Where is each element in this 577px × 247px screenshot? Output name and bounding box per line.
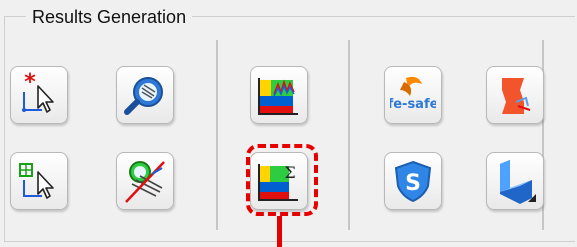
probe-search-icon (122, 72, 168, 118)
separator (348, 40, 350, 230)
xy-plot-icon (256, 72, 302, 118)
probe-crossed-button[interactable] (116, 152, 174, 210)
probe-crossed-icon (122, 158, 168, 204)
tosca-button[interactable] (486, 66, 544, 124)
fe-safe-button[interactable]: fe-safe (384, 66, 442, 124)
fe-safe-icon: fe-safe (390, 72, 436, 118)
isight-shield-button[interactable]: S (384, 152, 442, 210)
group-title: Results Generation (26, 6, 193, 28)
svg-text:*: * (24, 72, 36, 95)
3d-l-shape-button[interactable] (486, 152, 544, 210)
create-field-output-button[interactable]: * (10, 66, 68, 124)
probe-search-button[interactable] (116, 66, 174, 124)
svg-text:S: S (405, 171, 421, 196)
create-xy-data-table-button[interactable] (10, 152, 68, 210)
svg-text:fe-safe: fe-safe (390, 97, 436, 112)
create-field-output-icon: * (16, 72, 62, 118)
3d-l-shape-icon (492, 158, 538, 204)
highlight-arrow (277, 216, 282, 247)
isight-shield-icon: S (390, 158, 436, 204)
create-xy-data-table-icon (16, 158, 62, 204)
tosca-icon (492, 72, 538, 118)
highlight-box (246, 144, 318, 216)
xy-plot-button[interactable] (250, 66, 308, 124)
separator (216, 40, 218, 230)
